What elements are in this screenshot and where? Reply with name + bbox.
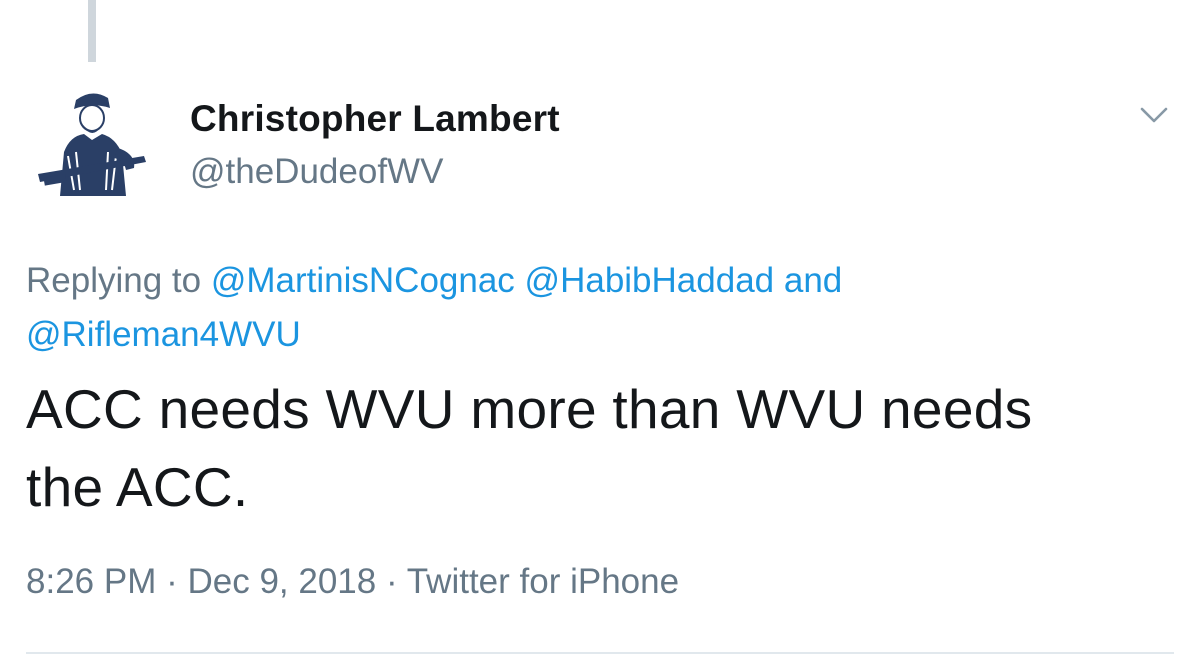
tweet-metadata: 8:26 PM · Dec 9, 2018 · Twitter for iPho… <box>26 562 679 602</box>
tweet-source[interactable]: Twitter for iPhone <box>407 562 679 601</box>
tweet-menu-button[interactable] <box>1138 102 1170 128</box>
thread-connector-line <box>88 0 96 62</box>
mention-link[interactable]: @HabibHaddad <box>525 261 775 300</box>
author-display-name[interactable]: Christopher Lambert <box>190 98 560 140</box>
tweet-text-line: the ACC. <box>26 456 249 518</box>
avatar[interactable] <box>24 78 160 214</box>
tweet-text: ACC needs WVU more than WVU needs the AC… <box>26 370 1166 526</box>
meta-separator: · <box>385 562 398 601</box>
mention-link[interactable]: @MartinisNCognac <box>211 261 515 300</box>
reply-conjunction: and <box>783 261 843 300</box>
mention-link[interactable]: @Rifleman4WVU <box>26 315 301 354</box>
tweet-time[interactable]: 8:26 PM <box>26 562 156 601</box>
reply-context: Replying to @MartinisNCognac @HabibHadda… <box>26 254 1166 362</box>
divider <box>26 652 1174 654</box>
replying-to-label: Replying to <box>26 261 202 300</box>
tweet-text-line: ACC needs WVU more than WVU needs <box>26 378 1033 440</box>
chevron-down-icon <box>1140 107 1168 123</box>
meta-separator: · <box>166 562 178 601</box>
mountaineer-avatar-icon <box>26 80 158 212</box>
author-handle[interactable]: @theDudeofWV <box>190 152 443 192</box>
tweet-date[interactable]: Dec 9, 2018 <box>187 562 376 601</box>
